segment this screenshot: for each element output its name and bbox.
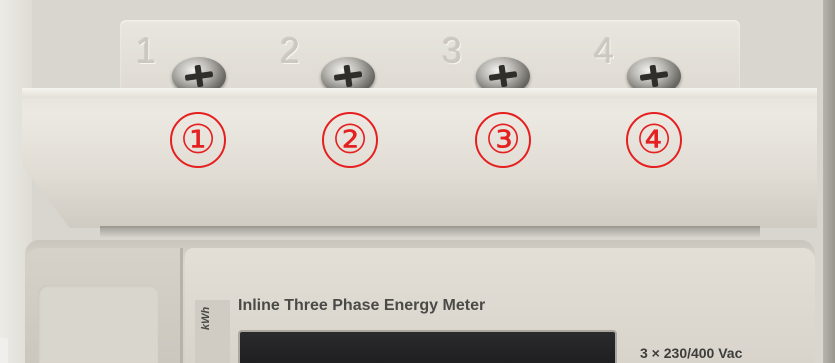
- marker-4: ④: [626, 112, 682, 168]
- terminal-cover-edge: [22, 88, 817, 98]
- meter-left-inner: [38, 285, 158, 363]
- meter-display: [238, 330, 617, 363]
- cover-shadow: [100, 226, 760, 238]
- terminal-number-2: 2: [280, 30, 301, 71]
- terminal-number-3: 3: [442, 30, 463, 71]
- marker-1: ①: [170, 112, 226, 168]
- right-edge: [823, 0, 835, 363]
- corner-mark: [0, 338, 8, 363]
- marker-2: ②: [322, 112, 378, 168]
- meter-side-label: kWh: [200, 306, 212, 330]
- terminal-number-4: 4: [594, 30, 615, 71]
- terminal-cover: [22, 88, 817, 228]
- terminal-number-1: 1: [136, 30, 157, 71]
- marker-3: ③: [475, 112, 531, 168]
- meter-voltage-label: 3 × 230/400 Vac: [640, 345, 743, 361]
- photo-scene: 1 2 3 4 ① ② ③ ④ kWh Inline Three Phase E…: [0, 0, 835, 363]
- meter-title: Inline Three Phase Energy Meter: [238, 297, 486, 314]
